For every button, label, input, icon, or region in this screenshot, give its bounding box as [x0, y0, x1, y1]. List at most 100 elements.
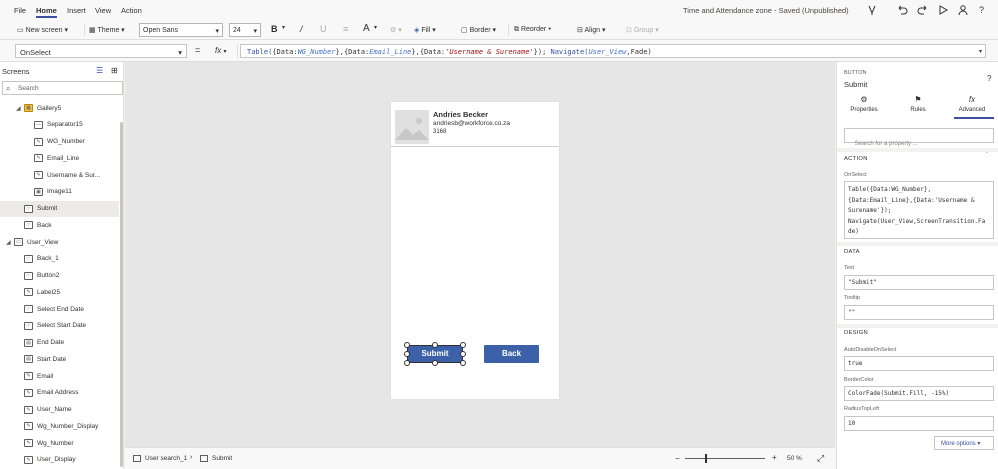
- wg-number-label: 3168: [433, 129, 447, 135]
- label-icon: ✎: [24, 405, 33, 414]
- label-icon: ✎: [24, 288, 33, 297]
- zoom-out-button[interactable]: −: [675, 454, 680, 463]
- fx-label: fx: [215, 46, 222, 55]
- tree-item[interactable]: ✎ Username & Sur...: [0, 167, 119, 183]
- chevron-down-icon[interactable]: ▾: [282, 24, 285, 31]
- reorder-button[interactable]: ⧉ Reorder ▾: [514, 26, 551, 34]
- tree-item[interactable]: ✎ Label25: [0, 284, 119, 300]
- tree-item[interactable]: ✎ Email_Line: [0, 150, 119, 166]
- property-select[interactable]: OnSelect ▾: [15, 44, 187, 58]
- formula-token: Table(: [247, 48, 273, 56]
- text-label: Text: [844, 265, 855, 271]
- menu-home[interactable]: Home: [36, 6, 57, 15]
- expand-caret-icon[interactable]: ◢: [6, 239, 14, 246]
- tab-rules[interactable]: ⚑ Rules: [891, 95, 945, 113]
- app-checker-icon[interactable]: [866, 4, 878, 16]
- tree-item[interactable]: ✎ User_Display: [0, 452, 119, 468]
- gallery-item[interactable]: Andries Becker andriesb@workforce.co.za …: [391, 102, 559, 147]
- list-view-icon[interactable]: ☰: [96, 66, 103, 75]
- formula-input[interactable]: Table({Data:WG_Number},{Data:Email_Line}…: [240, 44, 986, 58]
- tree-item[interactable]: ▤ Start Date: [0, 351, 119, 367]
- zoom-slider[interactable]: [685, 458, 765, 459]
- tree-scrollbar[interactable]: [120, 122, 123, 467]
- resize-handle[interactable]: [432, 360, 438, 366]
- onselect-input[interactable]: Table({Data:WG_Number}, {Data:Email_Line…: [844, 181, 994, 239]
- fill-button[interactable]: ◈ Fill ▾: [414, 26, 436, 34]
- tree-item[interactable]: ◢ ▭ User_View: [0, 234, 119, 250]
- zoom-in-button[interactable]: +: [772, 453, 777, 462]
- separator-icon: —: [34, 120, 43, 129]
- resize-handle[interactable]: [432, 342, 438, 348]
- fx-button[interactable]: fx ▾: [210, 44, 238, 58]
- tree-item[interactable]: ▤ End Date: [0, 335, 119, 351]
- grid-view-icon[interactable]: ⊞: [111, 66, 118, 75]
- autodisable-input[interactable]: true: [844, 356, 994, 371]
- tab-properties[interactable]: ⚙ Properties: [837, 95, 891, 113]
- tooltip-input[interactable]: "": [844, 305, 994, 320]
- align-button[interactable]: ⊟ Align ▾: [577, 26, 605, 34]
- tab-rules-label: Rules: [910, 107, 926, 113]
- menu-file[interactable]: File: [14, 6, 26, 15]
- tree-item[interactable]: ◢ ▦ Gallery5: [0, 100, 119, 116]
- italic-button[interactable]: /: [300, 24, 303, 34]
- play-icon[interactable]: [937, 4, 949, 16]
- menu-action[interactable]: Action: [121, 6, 142, 15]
- tree-item[interactable]: ☞ Select End Date: [0, 301, 119, 317]
- resize-handle[interactable]: [404, 342, 410, 348]
- menu-insert[interactable]: Insert: [67, 6, 86, 15]
- bordercolor-input[interactable]: ColorFade(Submit.Fill, -15%): [844, 386, 994, 401]
- more-options-button[interactable]: More options ▾: [934, 436, 994, 450]
- tree-item[interactable]: ☞ Select Start Date: [0, 318, 119, 334]
- tree-item-label: Email_Line: [47, 154, 80, 162]
- tree-item[interactable]: ✎ WG_Number: [0, 134, 119, 150]
- tree-item[interactable]: ☞ Submit: [0, 200, 119, 217]
- text-input[interactable]: "Submit": [844, 275, 994, 290]
- tree-item[interactable]: ☞ Back: [0, 217, 119, 233]
- expand-caret-icon[interactable]: ◢: [16, 105, 24, 112]
- bold-button[interactable]: B: [271, 24, 278, 34]
- tree-item[interactable]: — Separator15: [0, 117, 119, 133]
- resize-handle[interactable]: [404, 351, 410, 357]
- expand-formula-icon[interactable]: ▾: [979, 48, 982, 55]
- resize-handle[interactable]: [460, 351, 466, 357]
- screen-breadcrumb[interactable]: User search_1: [133, 455, 187, 462]
- property-search-input[interactable]: Search for a property ... ⌕: [844, 128, 994, 155]
- menu-view[interactable]: View: [95, 6, 111, 15]
- app-screen-preview: Andries Becker andriesb@workforce.co.za …: [391, 102, 559, 399]
- font-select[interactable]: Open Sans ▾: [139, 23, 223, 37]
- resize-handle[interactable]: [460, 360, 466, 366]
- zoom-slider-thumb[interactable]: [705, 454, 707, 463]
- tree-item-label: User_View: [27, 238, 59, 246]
- search-placeholder: Search: [18, 85, 39, 92]
- help-icon[interactable]: ?: [979, 5, 991, 17]
- tree-item[interactable]: ☞ Back_1: [0, 251, 119, 267]
- font-color-icon[interactable]: A: [363, 23, 370, 34]
- tree-item[interactable]: ☞ Button2: [0, 268, 119, 284]
- tree-item[interactable]: ✎ Email: [0, 368, 119, 384]
- back-button[interactable]: Back: [484, 345, 539, 363]
- resize-handle[interactable]: [460, 342, 466, 348]
- chevron-down-icon[interactable]: ▾: [374, 24, 377, 31]
- resize-handle[interactable]: [404, 360, 410, 366]
- border-button[interactable]: ▢ Border ▾: [461, 26, 496, 34]
- tree-item[interactable]: ✎ Wg_Number: [0, 435, 119, 451]
- theme-button[interactable]: ▦ Theme ▾: [89, 26, 125, 34]
- chevron-down-icon: ▾: [223, 49, 227, 55]
- font-size-select[interactable]: 24 ▾: [229, 23, 261, 37]
- tree-item[interactable]: ✎ Wg_Number_Display: [0, 418, 119, 434]
- tree-item[interactable]: ✎ User_Name: [0, 402, 119, 418]
- fit-to-window-icon[interactable]: ⤢: [817, 453, 824, 464]
- redo-icon[interactable]: [917, 4, 929, 16]
- tree-search-input[interactable]: ⌕ Search: [2, 81, 123, 95]
- undo-icon[interactable]: [896, 4, 908, 16]
- control-breadcrumb[interactable]: Submit: [200, 455, 232, 462]
- tree-item[interactable]: ▣ Image11: [0, 184, 119, 200]
- help-icon[interactable]: ?: [987, 74, 991, 83]
- user-icon[interactable]: [957, 4, 969, 16]
- tab-advanced[interactable]: fx Advanced: [945, 95, 998, 113]
- formula-token: ,Fade): [626, 48, 652, 56]
- radius-input[interactable]: 10: [844, 416, 994, 431]
- tree-item[interactable]: ✎ Email Address: [0, 385, 119, 401]
- new-screen-button[interactable]: ▭ New screen ▾: [17, 26, 68, 34]
- group-button[interactable]: ⊡ Group ▾: [626, 26, 659, 34]
